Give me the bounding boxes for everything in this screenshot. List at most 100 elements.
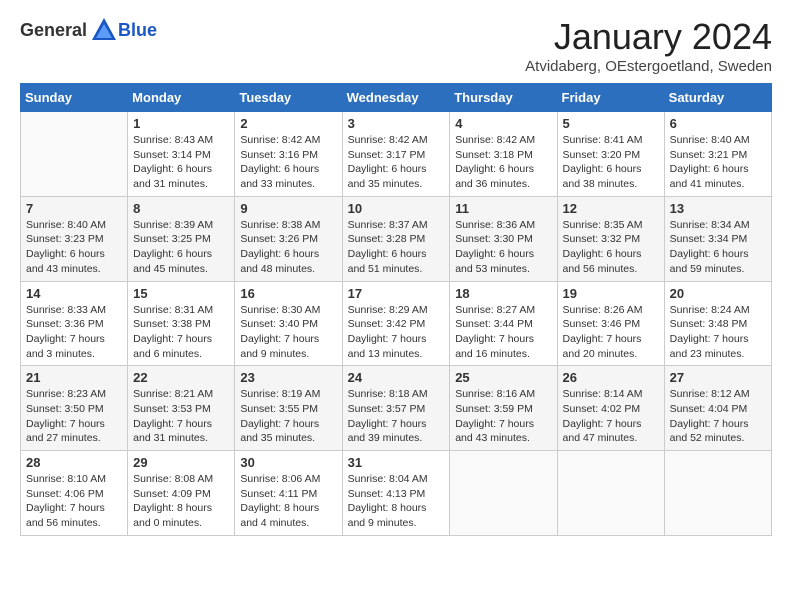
calendar-cell: 12 Sunrise: 8:35 AM Sunset: 3:32 PM Dayli… [557,196,664,281]
week-row-2: 7 Sunrise: 8:40 AM Sunset: 3:23 PM Daylig… [21,196,772,281]
calendar-cell [557,451,664,536]
day-info: Sunrise: 8:19 AM Sunset: 3:55 PM Dayligh… [240,387,336,446]
day-info: Sunrise: 8:24 AM Sunset: 3:48 PM Dayligh… [670,303,766,362]
day-info: Sunrise: 8:04 AM Sunset: 4:13 PM Dayligh… [348,472,445,531]
calendar-cell: 9 Sunrise: 8:38 AM Sunset: 3:26 PM Daylig… [235,196,342,281]
calendar-header: SundayMondayTuesdayWednesdayThursdayFrid… [21,84,772,112]
header: General Blue January 2024 Atvidaberg, OE… [20,16,772,75]
calendar-cell: 4 Sunrise: 8:42 AM Sunset: 3:18 PM Daylig… [450,112,557,197]
day-number: 3 [348,116,445,131]
day-number: 5 [563,116,659,131]
calendar-cell: 27 Sunrise: 8:12 AM Sunset: 4:04 PM Dayli… [664,366,771,451]
day-info: Sunrise: 8:30 AM Sunset: 3:40 PM Dayligh… [240,303,336,362]
logo-icon [90,16,118,44]
day-number: 19 [563,286,659,301]
day-number: 28 [26,455,122,470]
header-day-sunday: Sunday [21,84,128,112]
calendar-cell: 18 Sunrise: 8:27 AM Sunset: 3:44 PM Dayli… [450,281,557,366]
calendar-cell: 25 Sunrise: 8:16 AM Sunset: 3:59 PM Dayli… [450,366,557,451]
header-day-saturday: Saturday [664,84,771,112]
calendar-cell: 17 Sunrise: 8:29 AM Sunset: 3:42 PM Dayli… [342,281,450,366]
day-number: 31 [348,455,445,470]
day-number: 2 [240,116,336,131]
calendar-cell: 3 Sunrise: 8:42 AM Sunset: 3:17 PM Daylig… [342,112,450,197]
calendar-table: SundayMondayTuesdayWednesdayThursdayFrid… [20,83,772,536]
day-info: Sunrise: 8:08 AM Sunset: 4:09 PM Dayligh… [133,472,229,531]
day-info: Sunrise: 8:38 AM Sunset: 3:26 PM Dayligh… [240,218,336,277]
day-info: Sunrise: 8:41 AM Sunset: 3:20 PM Dayligh… [563,133,659,192]
week-row-4: 21Sunrise: 8:23 AM Sunset: 3:50 PM Dayli… [21,366,772,451]
day-number: 30 [240,455,336,470]
day-number: 22 [133,370,229,385]
day-number: 24 [348,370,445,385]
calendar-cell: 10Sunrise: 8:37 AM Sunset: 3:28 PM Dayli… [342,196,450,281]
day-info: Sunrise: 8:39 AM Sunset: 3:25 PM Dayligh… [133,218,229,277]
calendar-cell: 7 Sunrise: 8:40 AM Sunset: 3:23 PM Daylig… [21,196,128,281]
day-number: 7 [26,201,122,216]
day-number: 20 [670,286,766,301]
day-info: Sunrise: 8:16 AM Sunset: 3:59 PM Dayligh… [455,387,551,446]
header-day-tuesday: Tuesday [235,84,342,112]
calendar-cell: 6 Sunrise: 8:40 AM Sunset: 3:21 PM Daylig… [664,112,771,197]
day-number: 1 [133,116,229,131]
calendar-cell: 24Sunrise: 8:18 AM Sunset: 3:57 PM Dayli… [342,366,450,451]
day-info: Sunrise: 8:40 AM Sunset: 3:21 PM Dayligh… [670,133,766,192]
day-number: 10 [348,201,445,216]
day-number: 21 [26,370,122,385]
day-info: Sunrise: 8:14 AM Sunset: 4:02 PM Dayligh… [563,387,659,446]
day-number: 11 [455,201,551,216]
day-info: Sunrise: 8:43 AM Sunset: 3:14 PM Dayligh… [133,133,229,192]
day-number: 12 [563,201,659,216]
day-number: 23 [240,370,336,385]
calendar-cell: 8 Sunrise: 8:39 AM Sunset: 3:25 PM Daylig… [128,196,235,281]
week-row-1: 1 Sunrise: 8:43 AM Sunset: 3:14 PM Daylig… [21,112,772,197]
day-info: Sunrise: 8:26 AM Sunset: 3:46 PM Dayligh… [563,303,659,362]
day-info: Sunrise: 8:36 AM Sunset: 3:30 PM Dayligh… [455,218,551,277]
calendar-cell [664,451,771,536]
calendar-cell: 11 Sunrise: 8:36 AM Sunset: 3:30 PM Dayli… [450,196,557,281]
calendar-title: January 2024 [525,16,772,58]
day-info: Sunrise: 8:12 AM Sunset: 4:04 PM Dayligh… [670,387,766,446]
day-info: Sunrise: 8:42 AM Sunset: 3:17 PM Dayligh… [348,133,445,192]
day-number: 25 [455,370,551,385]
day-number: 8 [133,201,229,216]
calendar-cell: 22 Sunrise: 8:21 AM Sunset: 3:53 PM Dayli… [128,366,235,451]
logo-general: General [20,20,87,41]
calendar-cell [450,451,557,536]
day-number: 26 [563,370,659,385]
day-number: 29 [133,455,229,470]
header-day-friday: Friday [557,84,664,112]
day-number: 6 [670,116,766,131]
week-row-5: 28 Sunrise: 8:10 AM Sunset: 4:06 PM Dayli… [21,451,772,536]
calendar-cell: 31 Sunrise: 8:04 AM Sunset: 4:13 PM Dayli… [342,451,450,536]
day-info: Sunrise: 8:33 AM Sunset: 3:36 PM Dayligh… [26,303,122,362]
calendar-cell: 14Sunrise: 8:33 AM Sunset: 3:36 PM Dayli… [21,281,128,366]
day-info: Sunrise: 8:06 AM Sunset: 4:11 PM Dayligh… [240,472,336,531]
calendar-cell: 26 Sunrise: 8:14 AM Sunset: 4:02 PM Dayli… [557,366,664,451]
calendar-cell [21,112,128,197]
day-info: Sunrise: 8:42 AM Sunset: 3:16 PM Dayligh… [240,133,336,192]
day-info: Sunrise: 8:40 AM Sunset: 3:23 PM Dayligh… [26,218,122,277]
header-row: SundayMondayTuesdayWednesdayThursdayFrid… [21,84,772,112]
day-number: 4 [455,116,551,131]
day-info: Sunrise: 8:42 AM Sunset: 3:18 PM Dayligh… [455,133,551,192]
day-number: 27 [670,370,766,385]
day-number: 17 [348,286,445,301]
day-info: Sunrise: 8:31 AM Sunset: 3:38 PM Dayligh… [133,303,229,362]
day-info: Sunrise: 8:27 AM Sunset: 3:44 PM Dayligh… [455,303,551,362]
calendar-cell: 23 Sunrise: 8:19 AM Sunset: 3:55 PM Dayli… [235,366,342,451]
calendar-cell: 2 Sunrise: 8:42 AM Sunset: 3:16 PM Daylig… [235,112,342,197]
day-number: 15 [133,286,229,301]
calendar-cell: 30 Sunrise: 8:06 AM Sunset: 4:11 PM Dayli… [235,451,342,536]
week-row-3: 14Sunrise: 8:33 AM Sunset: 3:36 PM Dayli… [21,281,772,366]
day-info: Sunrise: 8:10 AM Sunset: 4:06 PM Dayligh… [26,472,122,531]
day-info: Sunrise: 8:35 AM Sunset: 3:32 PM Dayligh… [563,218,659,277]
day-info: Sunrise: 8:29 AM Sunset: 3:42 PM Dayligh… [348,303,445,362]
calendar-cell: 19 Sunrise: 8:26 AM Sunset: 3:46 PM Dayli… [557,281,664,366]
day-info: Sunrise: 8:34 AM Sunset: 3:34 PM Dayligh… [670,218,766,277]
day-info: Sunrise: 8:21 AM Sunset: 3:53 PM Dayligh… [133,387,229,446]
day-number: 9 [240,201,336,216]
title-section: January 2024 Atvidaberg, OEstergoetland,… [525,16,772,75]
day-number: 16 [240,286,336,301]
day-number: 18 [455,286,551,301]
